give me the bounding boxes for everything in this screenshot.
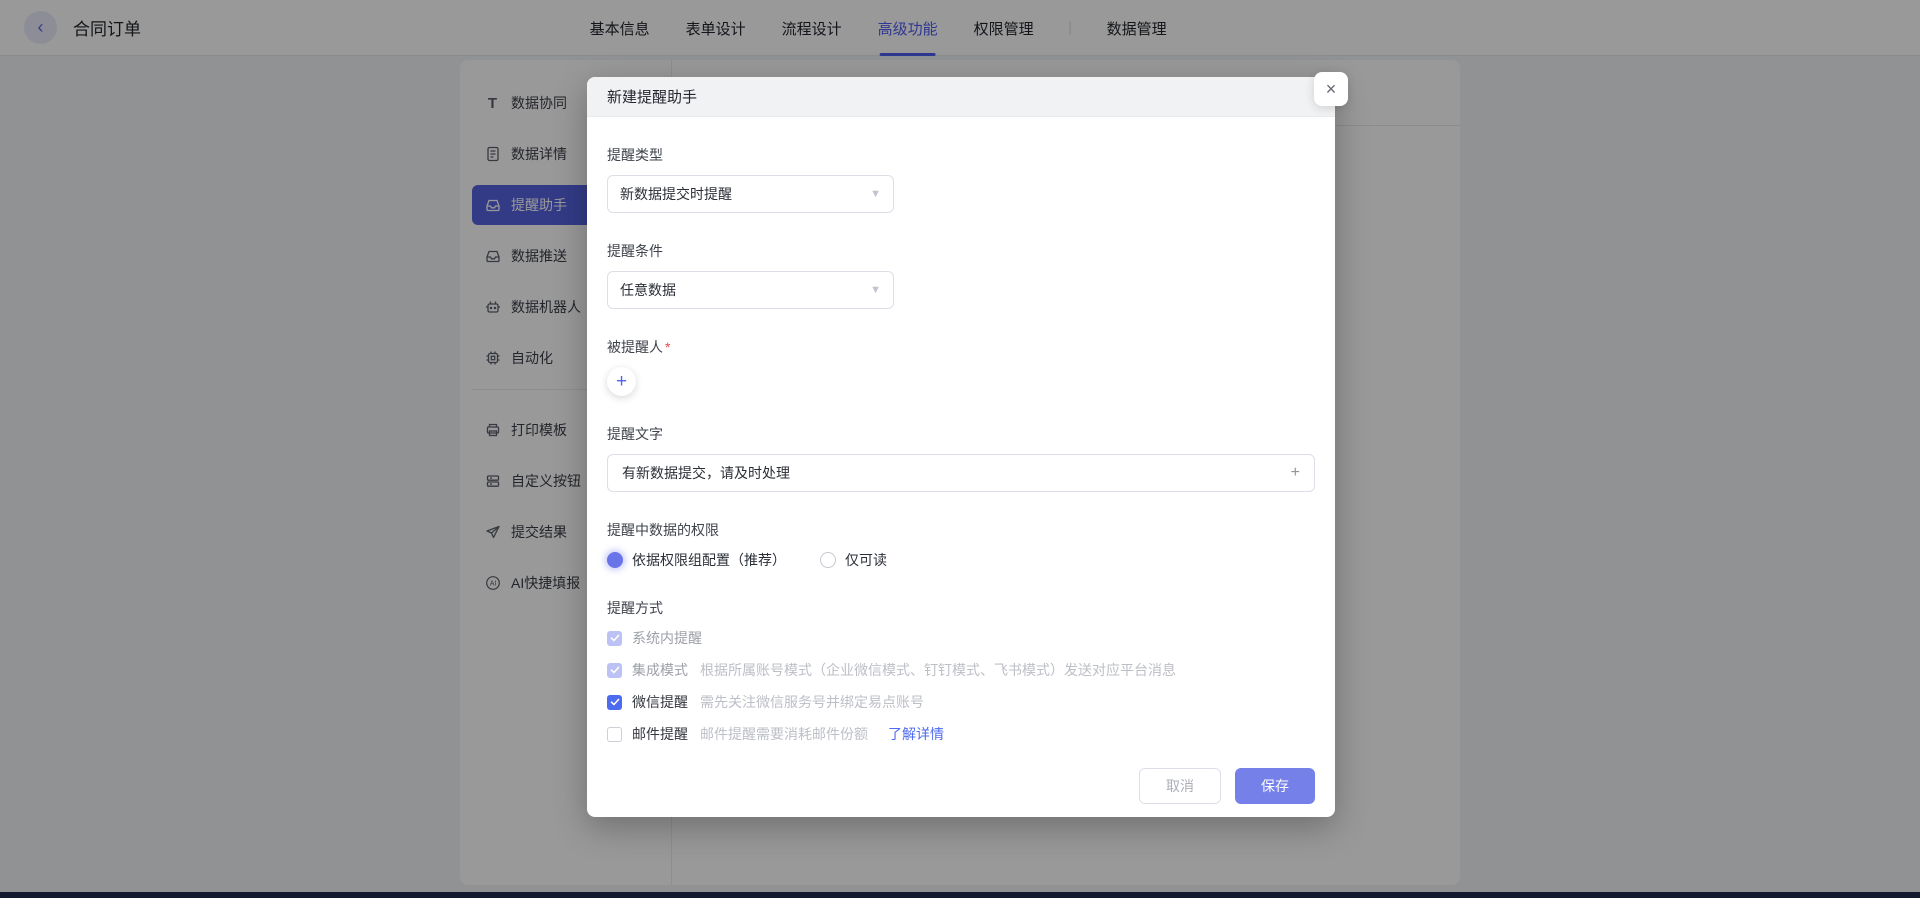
checkbox-description: 根据所属账号模式（企业微信模式、钉钉模式、飞书模式）发送对应平台消息 (700, 662, 1176, 678)
field-reminder-methods: 提醒方式 系统内提醒 集成模式 根据所属账号模式（企业微信模式、钉钉模式、飞书模… (607, 598, 1315, 744)
dialog-title: 新建提醒助手 (607, 89, 698, 106)
input-value: 有新数据提交，请及时处理 (622, 465, 790, 481)
select-value: 新数据提交时提醒 (620, 186, 732, 202)
radio-unselected-icon (820, 552, 836, 568)
chevron-down-icon: ▼ (870, 188, 881, 200)
field-label: 被提醒人 * (607, 339, 671, 355)
field-reminder-text: 提醒文字 有新数据提交，请及时处理 + (607, 424, 1315, 492)
radio-permission-group-config[interactable]: 依据权限组配置（推荐） (607, 550, 786, 570)
dialog-footer: 取消 保存 (587, 768, 1335, 817)
radio-label: 依据权限组配置（推荐） (632, 552, 786, 568)
checkbox-integration-mode (607, 662, 622, 678)
check-icon (610, 662, 620, 678)
reminder-condition-select[interactable]: 任意数据 ▼ (607, 271, 894, 309)
radio-label: 仅可读 (845, 552, 887, 568)
checkbox-row-email-reminder: 邮件提醒 邮件提醒需要消耗邮件份额 了解详情 (607, 724, 1315, 744)
close-button[interactable]: × (1314, 72, 1348, 106)
checkbox-row-system-reminder: 系统内提醒 (607, 628, 1315, 648)
field-reminder-type: 提醒类型 新数据提交时提醒 ▼ (607, 145, 1315, 213)
checkbox-row-integration-mode: 集成模式 根据所属账号模式（企业微信模式、钉钉模式、飞书模式）发送对应平台消息 (607, 660, 1315, 680)
reminder-type-select[interactable]: 新数据提交时提醒 ▼ (607, 175, 894, 213)
checkbox-email-reminder[interactable] (607, 726, 622, 742)
checkbox-label: 集成模式 (632, 662, 688, 678)
permission-radio-group: 依据权限组配置（推荐） 仅可读 (607, 550, 1315, 570)
plus-icon: + (615, 370, 628, 392)
field-label: 提醒文字 (607, 426, 663, 442)
field-reminded-person: 被提醒人 * + (607, 337, 1315, 396)
checkbox-label: 微信提醒 (632, 694, 688, 710)
add-person-button[interactable]: + (607, 367, 636, 396)
radio-read-only[interactable]: 仅可读 (820, 550, 887, 570)
reminder-text-input[interactable]: 有新数据提交，请及时处理 + (607, 454, 1315, 492)
checkbox-row-wechat-reminder: 微信提醒 需先关注微信服务号并绑定易点账号 (607, 692, 1315, 712)
checkbox-wechat-reminder[interactable] (607, 694, 622, 710)
close-icon: × (1325, 78, 1337, 99)
learn-more-link[interactable]: 了解详情 (888, 724, 944, 744)
checkbox-description: 需先关注微信服务号并绑定易点账号 (700, 694, 924, 710)
field-reminder-condition: 提醒条件 任意数据 ▼ (607, 241, 1315, 309)
radio-selected-icon (607, 552, 623, 568)
field-label: 提醒方式 (607, 600, 663, 616)
field-data-permission: 提醒中数据的权限 依据权限组配置（推荐） 仅可读 (607, 520, 1315, 570)
chevron-down-icon: ▼ (870, 284, 881, 296)
checkbox-label: 邮件提醒 (632, 726, 688, 742)
field-label: 提醒中数据的权限 (607, 522, 719, 538)
dialog-header: 新建提醒助手 (587, 77, 1335, 117)
new-reminder-dialog: × 新建提醒助手 提醒类型 新数据提交时提醒 ▼ 提醒条件 任意数据 ▼ 被提醒… (587, 72, 1348, 817)
field-label: 提醒条件 (607, 243, 663, 259)
check-icon (610, 630, 620, 646)
insert-field-icon[interactable]: + (1291, 464, 1300, 482)
check-icon (610, 694, 620, 710)
select-value: 任意数据 (620, 282, 676, 298)
required-asterisk: * (665, 339, 671, 355)
cancel-button[interactable]: 取消 (1139, 768, 1221, 804)
checkbox-description: 邮件提醒需要消耗邮件份额 (700, 726, 868, 742)
save-button[interactable]: 保存 (1235, 768, 1315, 804)
dialog-body: 提醒类型 新数据提交时提醒 ▼ 提醒条件 任意数据 ▼ 被提醒人 * + 提醒文字 (587, 117, 1335, 744)
field-label: 提醒类型 (607, 147, 663, 163)
checkbox-system-reminder (607, 630, 622, 646)
checkbox-label: 系统内提醒 (632, 630, 702, 646)
